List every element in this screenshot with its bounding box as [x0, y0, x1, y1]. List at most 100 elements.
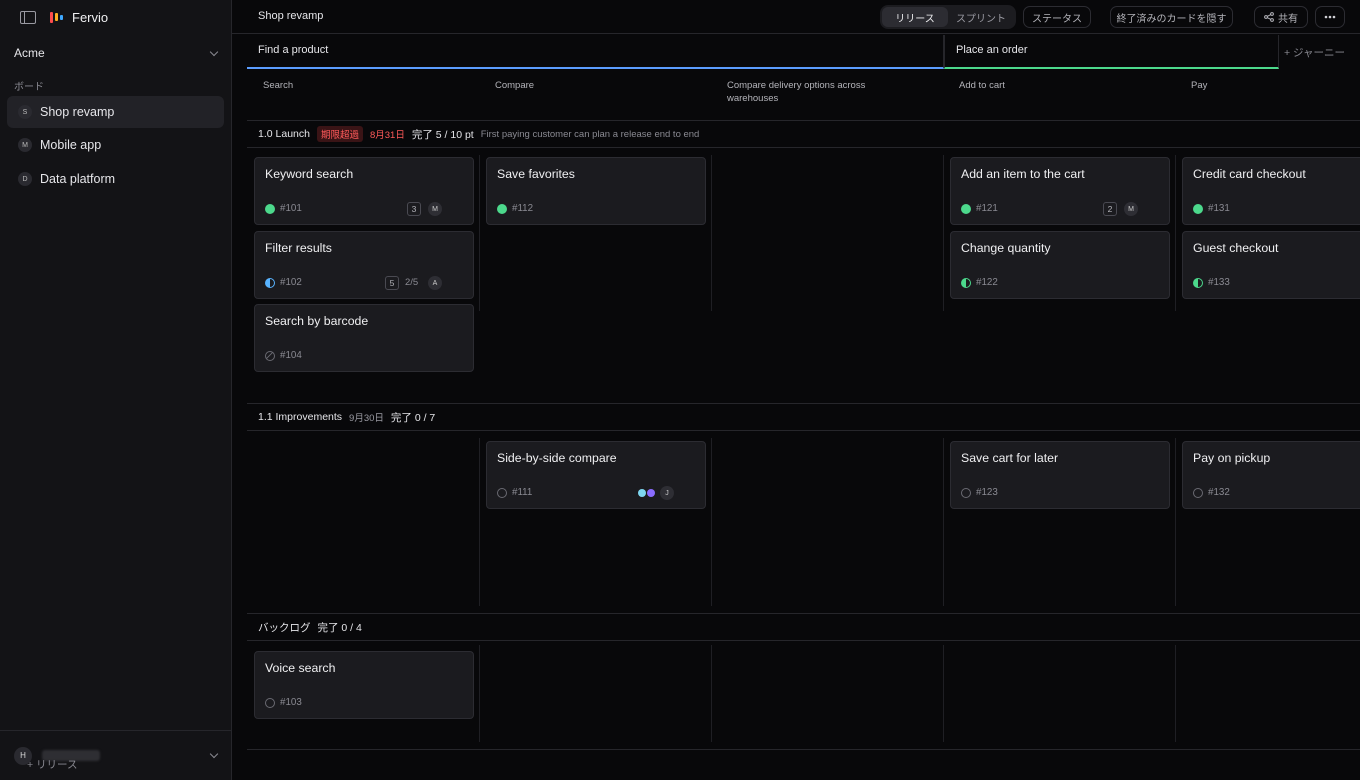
boards-section-label: ボード: [14, 82, 44, 93]
card-title: Side-by-side compare: [497, 451, 617, 465]
card-number: #104: [280, 350, 302, 361]
add-journey-button[interactable]: + ジャーニー: [1284, 45, 1345, 60]
card-title: Save cart for later: [961, 451, 1059, 465]
board-letter-badge: D: [18, 172, 32, 186]
card-132[interactable]: Pay on pickup #132: [1182, 441, 1360, 509]
card-number: #121: [976, 203, 998, 214]
sidebar-item-data-platform[interactable]: D Data platform: [7, 163, 224, 195]
card-number: #112: [512, 203, 534, 214]
release-header-1-1[interactable]: 1.1 Improvements 9月30日 完了 0 / 7: [258, 410, 435, 424]
journey-place-an-order[interactable]: Place an order: [944, 35, 1279, 69]
avatar: A: [428, 276, 442, 290]
status-done-icon: [961, 204, 971, 214]
card-title: Filter results: [265, 241, 332, 255]
status-done-icon: [497, 204, 507, 214]
step-add-to-cart[interactable]: Add to cart: [943, 79, 1175, 92]
card-104[interactable]: Search by barcode #104: [254, 304, 474, 372]
card-122[interactable]: Change quantity #122: [950, 231, 1170, 299]
card-103[interactable]: Voice search #103: [254, 651, 474, 719]
share-label: 共有: [1278, 13, 1298, 25]
board-letter-badge: M: [18, 138, 32, 152]
column-divider: [479, 438, 480, 606]
sidebar-item-label: Mobile app: [40, 138, 102, 152]
column-divider: [479, 155, 480, 311]
release-progress: 完了 0 / 4: [317, 621, 362, 634]
column-divider: [711, 438, 712, 606]
release-progress: 完了 0 / 7: [390, 411, 436, 424]
estimate-badge: 3: [407, 202, 421, 216]
tab-release[interactable]: リリース: [882, 7, 948, 27]
journey-title: Place an order: [956, 44, 1028, 56]
status-in-progress-icon: [265, 278, 275, 288]
status-todo-icon: [265, 698, 275, 708]
card-133[interactable]: Guest checkout #133: [1182, 231, 1360, 299]
step-compare[interactable]: Compare: [479, 79, 711, 92]
status-todo-icon: [497, 488, 507, 498]
tab-sprint[interactable]: スプリント: [948, 7, 1014, 27]
add-release-button[interactable]: + リリース: [27, 757, 78, 772]
label-dot: [638, 489, 646, 497]
avatar: J: [660, 486, 674, 500]
card-102[interactable]: Filter results #102 5 2/5 A: [254, 231, 474, 299]
status-canceled-icon: [265, 351, 275, 361]
divider: [247, 749, 1360, 750]
more-options-button[interactable]: [1315, 6, 1345, 28]
divider: [247, 640, 1360, 641]
sidebar-toggle-icon[interactable]: [20, 10, 36, 24]
fervio-logo-icon: [50, 11, 63, 23]
avatar: M: [1124, 202, 1138, 216]
status-in-review-icon: [1193, 278, 1203, 288]
sidebar-item-label: Shop revamp: [40, 105, 115, 119]
more-icon: [1324, 15, 1336, 19]
card-101[interactable]: Keyword search #101 3 M: [254, 157, 474, 225]
status-button[interactable]: ステータス: [1023, 6, 1091, 28]
estimate-badge: 2: [1103, 202, 1117, 216]
sidebar-item-shop-revamp[interactable]: S Shop revamp: [7, 96, 224, 128]
divider: [247, 120, 1360, 121]
card-121[interactable]: Add an item to the cart #121 2 M: [950, 157, 1170, 225]
chevron-down-icon: [209, 749, 219, 759]
card-123[interactable]: Save cart for later #123: [950, 441, 1170, 509]
topbar: Shop revamp リリース スプリント ステータス 終了済みのカードを隠す…: [232, 0, 1360, 34]
card-title: Save favorites: [497, 167, 575, 181]
sidebar: Fervio Acme ボード S Shop revamp M Mobile a…: [0, 0, 232, 780]
status-todo-icon: [1193, 488, 1203, 498]
card-number: #132: [1208, 487, 1230, 498]
step-search[interactable]: Search: [247, 79, 479, 92]
column-divider: [711, 155, 712, 311]
status-in-review-icon: [961, 278, 971, 288]
card-number: #123: [976, 487, 998, 498]
sidebar-item-mobile-app[interactable]: M Mobile app: [7, 129, 224, 161]
card-title: Keyword search: [265, 167, 354, 181]
divider: [247, 147, 1360, 148]
share-button[interactable]: 共有: [1254, 6, 1308, 28]
journey-find-a-product[interactable]: Find a product: [247, 35, 944, 69]
card-111[interactable]: Side-by-side compare #111 J: [486, 441, 706, 509]
estimate-badge: 5: [385, 276, 399, 290]
card-number: #131: [1208, 203, 1230, 214]
column-divider: [1175, 155, 1176, 311]
card-131[interactable]: Credit card checkout #131: [1182, 157, 1360, 225]
status-done-icon: [1193, 204, 1203, 214]
label-dot: [647, 489, 655, 497]
card-number: #102: [280, 277, 302, 288]
user-menu[interactable]: H: [0, 730, 231, 780]
app-name: Fervio: [72, 9, 109, 25]
step-compare-delivery[interactable]: Compare delivery options across warehous…: [711, 79, 943, 105]
column-divider: [1175, 645, 1176, 742]
card-title: Add an item to the cart: [961, 167, 1085, 181]
card-title: Change quantity: [961, 241, 1051, 255]
card-112[interactable]: Save favorites #112: [486, 157, 706, 225]
backlog-header[interactable]: バックログ 完了 0 / 4: [258, 620, 362, 634]
release-header-1-0[interactable]: 1.0 Launch 期限超過 8月31日 完了 5 / 10 pt First…: [258, 126, 699, 142]
card-title: Voice search: [265, 661, 336, 675]
avatar: M: [428, 202, 442, 216]
card-number: #103: [280, 697, 302, 708]
card-number: #111: [512, 487, 533, 498]
sidebar-header: Fervio: [0, 0, 231, 34]
column-divider: [943, 155, 944, 311]
hide-done-cards-button[interactable]: 終了済みのカードを隠す: [1110, 6, 1233, 28]
page-title: Shop revamp: [258, 10, 324, 22]
step-pay[interactable]: Pay: [1175, 79, 1360, 92]
workspace-switcher[interactable]: Acme: [14, 45, 219, 61]
